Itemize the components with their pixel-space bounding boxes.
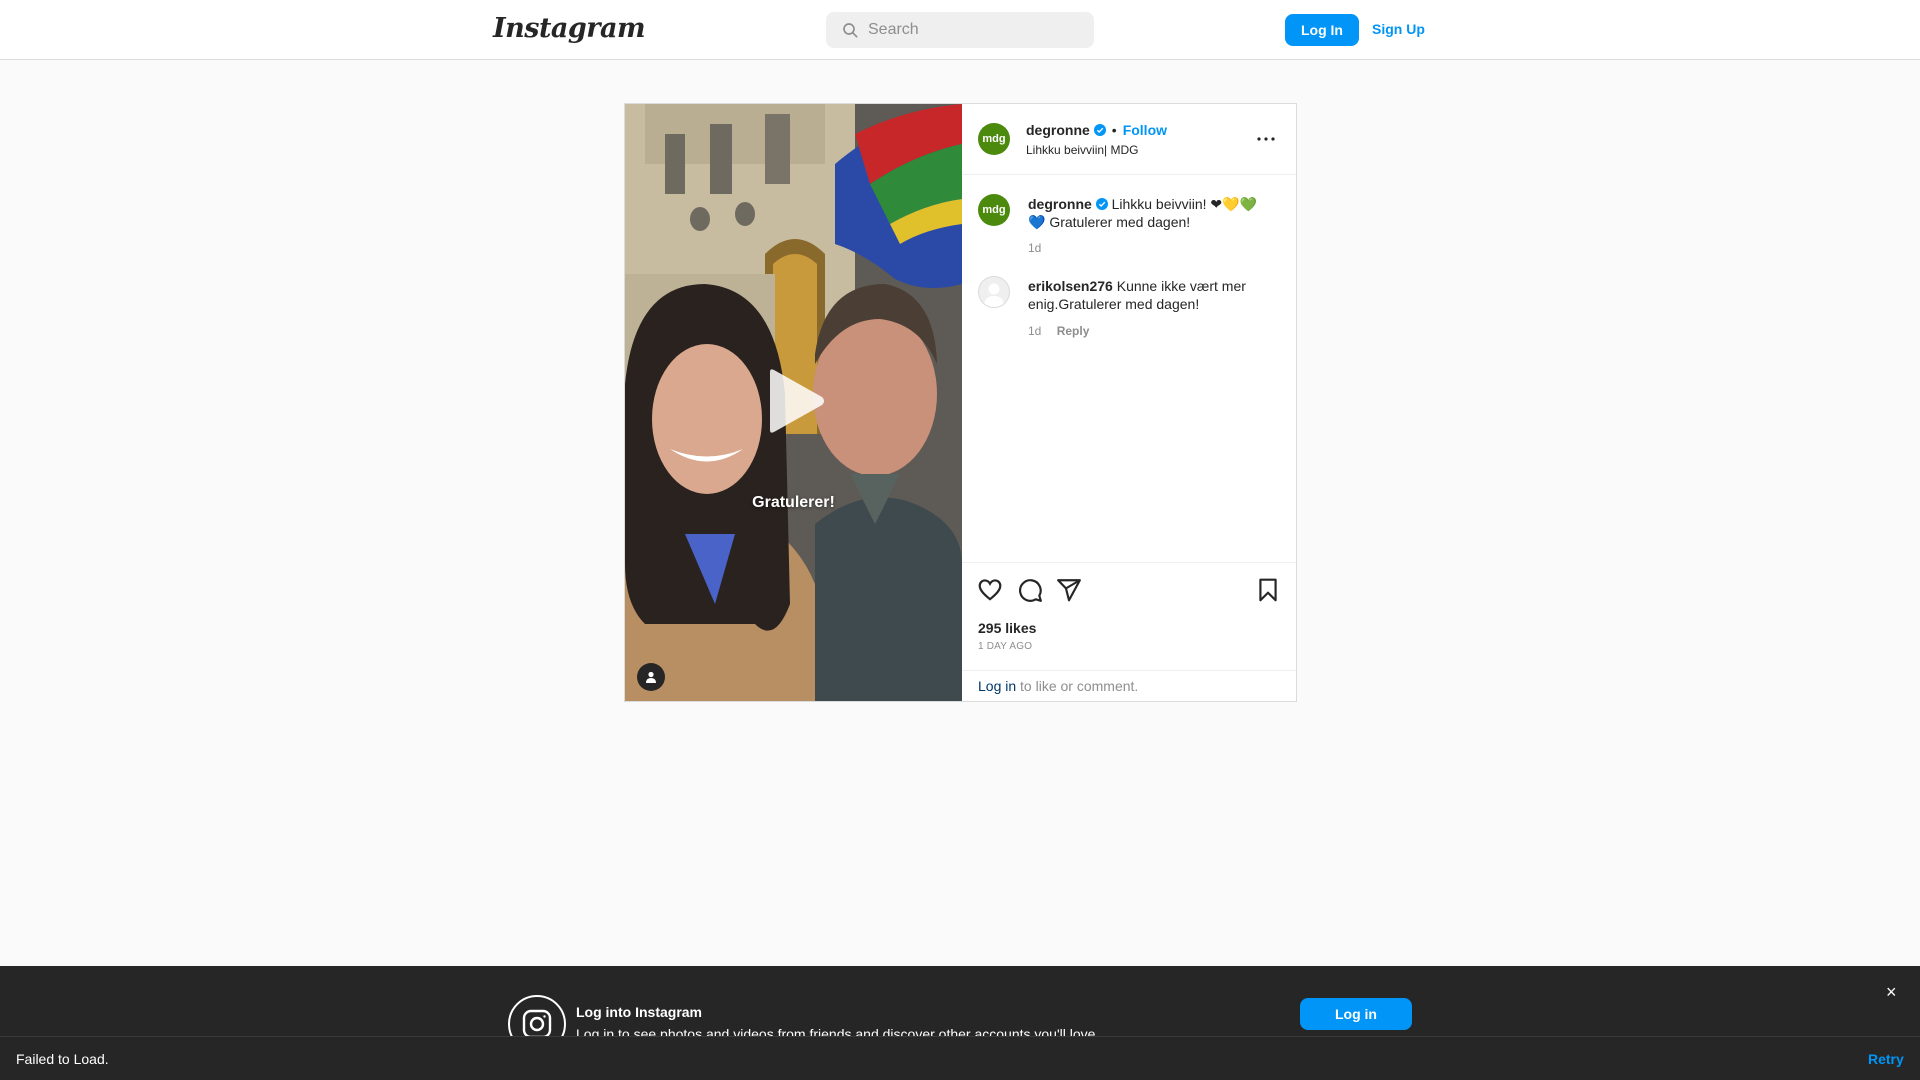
login-button[interactable]: Log In — [1285, 14, 1359, 46]
post-card: Gratulerer! mdg degronne • Follow Lihkku… — [624, 103, 1297, 702]
post-timestamp[interactable]: 1 DAY AGO — [978, 641, 1032, 652]
login-prompt-text: to like or comment. — [1016, 678, 1139, 694]
comment-meta: 1d Reply — [1028, 324, 1089, 338]
comment-time[interactable]: 1d — [1028, 241, 1041, 255]
instagram-glyph-icon — [508, 995, 566, 1036]
error-toast: Failed to Load. Retry — [0, 1036, 1920, 1080]
comments-list: mdg degronne Lihkku beivviin! ❤💛💚💙 Gratu… — [962, 176, 1296, 562]
more-options-button[interactable] — [1252, 127, 1280, 151]
comment-icon[interactable] — [1017, 577, 1043, 603]
video-caption-overlay: Gratulerer! — [752, 494, 835, 511]
search-icon — [843, 23, 858, 38]
close-icon[interactable]: × — [1886, 982, 1897, 1003]
signup-link[interactable]: Sign Up — [1372, 21, 1425, 37]
comment-meta: 1d — [1028, 241, 1041, 255]
default-avatar-icon — [984, 283, 1004, 307]
comment-item: erikolsen276 Kunne ikke vært mer enig.Gr… — [978, 276, 1278, 342]
error-message: Failed to Load. — [16, 1051, 109, 1067]
tagged-users-button[interactable] — [637, 663, 665, 691]
verified-badge-icon — [1095, 198, 1108, 210]
user-icon — [646, 671, 656, 683]
more-icon — [1257, 137, 1275, 141]
share-icon[interactable] — [1056, 577, 1082, 603]
commenter-username[interactable]: degronne — [1028, 196, 1092, 212]
comment-text: erikolsen276 Kunne ikke vært mer enig.Gr… — [1028, 277, 1268, 313]
top-navigation-bar: Instagram Log In Sign Up — [0, 0, 1920, 60]
author-line: degronne • Follow — [1026, 122, 1167, 138]
play-icon[interactable] — [764, 368, 826, 434]
commenter-username[interactable]: erikolsen276 — [1028, 278, 1113, 294]
comment-time[interactable]: 1d — [1028, 324, 1041, 338]
likes-count[interactable]: 295 likes — [978, 620, 1036, 636]
retry-button[interactable]: Retry — [1868, 1051, 1904, 1067]
banner-login-button[interactable]: Log in — [1300, 998, 1412, 1030]
comment-text: degronne Lihkku beivviin! ❤💛💚💙 Gratulere… — [1028, 195, 1268, 231]
login-banner: Log into Instagram Log in to see photos … — [0, 966, 1920, 1036]
login-prompt: Log in to like or comment. — [962, 670, 1296, 701]
comment-item: mdg degronne Lihkku beivviin! ❤💛💚💙 Gratu… — [978, 194, 1278, 258]
post-header: mdg degronne • Follow Lihkku beivviin| M… — [962, 104, 1296, 175]
post-actions: 295 likes — [962, 562, 1296, 636]
commenter-avatar[interactable]: mdg — [978, 194, 1010, 226]
author-subtitle[interactable]: Lihkku beivviin| MDG — [1026, 143, 1139, 157]
banner-subtitle: Log in to see photos and videos from fri… — [576, 1026, 1100, 1036]
post-video[interactable]: Gratulerer! — [625, 104, 962, 701]
heart-icon[interactable] — [977, 577, 1003, 603]
author-username[interactable]: degronne — [1026, 122, 1090, 138]
login-link[interactable]: Log in — [978, 678, 1016, 694]
search-box[interactable] — [826, 12, 1094, 48]
verified-badge-icon — [1093, 124, 1106, 136]
author-avatar[interactable]: mdg — [978, 123, 1010, 155]
follow-button[interactable]: Follow — [1123, 122, 1167, 138]
separator-dot: • — [1111, 122, 1117, 138]
search-input[interactable] — [868, 21, 1078, 39]
bookmark-icon[interactable] — [1255, 577, 1281, 603]
commenter-avatar[interactable] — [978, 276, 1010, 308]
banner-title: Log into Instagram — [576, 1004, 702, 1020]
post-side-panel: mdg degronne • Follow Lihkku beivviin| M… — [962, 104, 1296, 701]
reply-button[interactable]: Reply — [1057, 324, 1090, 338]
instagram-logo[interactable]: Instagram — [493, 13, 646, 44]
